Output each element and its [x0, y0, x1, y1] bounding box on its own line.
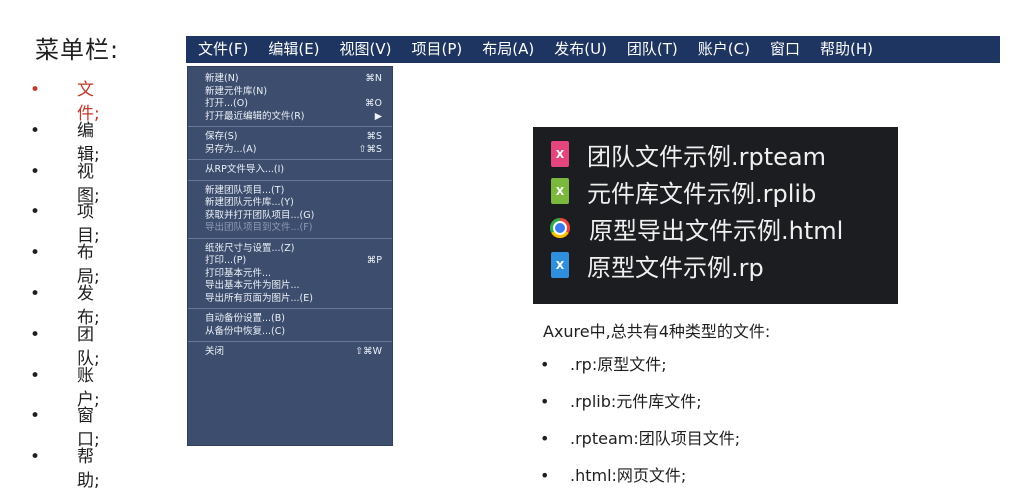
- bullet: •: [30, 202, 41, 223]
- menu-item-label: 新建元件库(N): [205, 85, 268, 97]
- bullet: •: [540, 466, 550, 485]
- menu-item-label: 关闭: [205, 346, 225, 357]
- bullet: •: [30, 161, 41, 182]
- menu-item-label: 新建(N): [205, 73, 239, 84]
- bullet: •: [30, 243, 41, 264]
- menu-bar: 文件(F) 编辑(E) 视图(V) 项目(P) 布局(A) 发布(U) 团队(T…: [186, 36, 1000, 63]
- menu-item-print-widgets[interactable]: 打印基本元件...: [188, 268, 392, 281]
- menu-account[interactable]: 账户(C): [688, 36, 760, 63]
- menu-file[interactable]: 文件(F): [186, 36, 258, 63]
- menu-item-open-recent[interactable]: 打开最近编辑的文件(R) ▶: [188, 111, 392, 124]
- menu-item-import-rp[interactable]: 从RP文件导入...(I): [188, 164, 392, 177]
- menu-item-label: 纸张尺寸与设置...(Z): [205, 242, 295, 254]
- menu-item-label: 从RP文件导入...(I): [205, 164, 285, 175]
- menu-item-page-setup[interactable]: 纸张尺寸与设置...(Z): [188, 243, 392, 256]
- menu-group: 关闭 ⇧⌘W: [188, 346, 392, 362]
- menu-item-shortcut: ⌘O: [365, 98, 382, 109]
- menu-group: 自动备份设置...(B) 从备份中恢复...(C): [188, 313, 392, 342]
- menu-item-label: 打印...(P): [205, 255, 247, 266]
- file-row[interactable]: 原型导出文件示例.html: [550, 211, 844, 245]
- bullet: •: [30, 80, 41, 100]
- menu-arrange[interactable]: 布局(A): [472, 36, 544, 63]
- bullet: •: [30, 324, 41, 345]
- menu-group: 新建团队项目...(T) 新建团队元件库...(Y) 获取并打开团队项目...(…: [188, 185, 392, 239]
- bullet: •: [540, 429, 550, 448]
- bullet: •: [30, 447, 41, 468]
- menu-item-save[interactable]: 保存(S) ⌘S: [188, 131, 392, 144]
- menu-item-restore-backup[interactable]: 从备份中恢复...(C): [188, 326, 392, 339]
- menu-group: 保存(S) ⌘S 另存为...(A) ⇧⌘S: [188, 131, 392, 160]
- list-item-label: 帮助;: [77, 447, 100, 492]
- menu-item-label: 导出所有页面为图片...(E): [205, 292, 313, 304]
- menu-item-shortcut: ⌘P: [366, 255, 382, 266]
- menu-team[interactable]: 团队(T): [617, 36, 688, 63]
- menu-item-new[interactable]: 新建(N) ⌘N: [188, 73, 392, 86]
- blue-x-file-icon: X: [551, 252, 569, 278]
- bullet: •: [30, 283, 41, 304]
- slide-title: 菜单栏:: [35, 36, 120, 64]
- menu-item-export-team-project: 导出团队项目到文件...(F): [188, 222, 392, 235]
- menu-view[interactable]: 视图(V): [330, 36, 402, 63]
- menu-item-label: 另存为...(A): [205, 143, 257, 155]
- menu-item-open[interactable]: 打开...(O) ⌘O: [188, 98, 392, 111]
- submenu-arrow-icon: ▶: [374, 110, 382, 122]
- menu-item-label: 打开最近编辑的文件(R): [205, 110, 305, 122]
- menu-item-label: 新建团队项目...(T): [205, 184, 285, 196]
- menu-group: 从RP文件导入...(I): [188, 164, 392, 181]
- green-x-file-icon: X: [551, 178, 569, 204]
- menu-item-label: 自动备份设置...(B): [205, 313, 285, 324]
- menu-item-shortcut: ⌘S: [366, 131, 382, 142]
- menu-item-new-team-library[interactable]: 新建团队元件库...(Y): [188, 197, 392, 210]
- menu-group: 新建(N) ⌘N 新建元件库(N) 打开...(O) ⌘O 打开最近编辑的文件(R)…: [188, 73, 392, 127]
- menu-item-backup-settings[interactable]: 自动备份设置...(B): [188, 313, 392, 326]
- chrome-icon: [550, 218, 570, 238]
- menu-item-close[interactable]: 关闭 ⇧⌘W: [188, 346, 392, 359]
- bullet: •: [30, 120, 41, 141]
- menu-item-label: 从备份中恢复...(C): [205, 325, 286, 337]
- menu-item-new-library[interactable]: 新建元件库(N): [188, 86, 392, 99]
- menu-item-label: 保存(S): [205, 131, 238, 142]
- file-name: 团队文件示例.rpteam: [587, 142, 826, 171]
- bullet: •: [30, 365, 41, 386]
- menu-item-shortcut: ⇧⌘S: [358, 143, 383, 155]
- bullet: •: [540, 355, 550, 374]
- menu-item-label: 导出基本元件为图片...: [205, 280, 300, 291]
- menu-window[interactable]: 窗口: [760, 36, 810, 63]
- menu-item-print[interactable]: 打印...(P) ⌘P: [188, 255, 392, 268]
- menu-item-shortcut: ⇧⌘W: [355, 346, 382, 357]
- file-row[interactable]: X 元件库文件示例.rplib: [551, 174, 816, 208]
- menu-item-label: 新建团队元件库...(Y): [205, 197, 294, 208]
- menu-item-shortcut: ⌘N: [365, 73, 382, 84]
- list-item-label: .rplib:元件库文件;: [570, 392, 702, 411]
- menu-item-label: 打印基本元件...: [205, 267, 272, 279]
- menu-item-label: 获取并打开团队项目...(G): [205, 209, 315, 221]
- file-name: 原型文件示例.rp: [587, 253, 764, 282]
- menu-help[interactable]: 帮助(H): [810, 36, 883, 63]
- file-row[interactable]: X 团队文件示例.rpteam: [551, 137, 826, 171]
- list-item-label: .html:网页文件;: [570, 466, 687, 485]
- list-item-label: .rpteam:团队项目文件;: [570, 429, 741, 448]
- menu-item-get-team-project[interactable]: 获取并打开团队项目...(G): [188, 210, 392, 223]
- file-row[interactable]: X 原型文件示例.rp: [551, 248, 764, 282]
- file-name: 元件库文件示例.rplib: [587, 179, 817, 208]
- menu-edit[interactable]: 编辑(E): [258, 36, 329, 63]
- menu-item-new-team-project[interactable]: 新建团队项目...(T): [188, 185, 392, 198]
- menu-group: 纸张尺寸与设置...(Z) 打印...(P) ⌘P 打印基本元件... 导出基本元…: [188, 243, 392, 309]
- menu-project[interactable]: 项目(P): [402, 36, 473, 63]
- menu-item-export-pages-images[interactable]: 导出所有页面为图片...(E): [188, 293, 392, 306]
- file-name: 原型导出文件示例.html: [589, 216, 844, 245]
- pink-x-file-icon: X: [551, 141, 569, 167]
- bullet: •: [30, 406, 41, 427]
- menu-item-label: 打开...(O): [205, 98, 248, 109]
- menu-publish[interactable]: 发布(U): [544, 36, 617, 63]
- file-list-panel: X 团队文件示例.rpteam X 元件库文件示例.rplib 原型导出文件示例…: [533, 127, 898, 304]
- file-types-description: Axure中,总共有4种类型的文件:: [543, 322, 771, 341]
- menu-item-label: 导出团队项目到文件...(F): [205, 222, 313, 233]
- bullet: •: [540, 392, 550, 411]
- file-menu-dropdown: 新建(N) ⌘N 新建元件库(N) 打开...(O) ⌘O 打开最近编辑的文件(R)…: [187, 66, 393, 446]
- list-item-label: .rp:原型文件;: [570, 355, 667, 374]
- menu-item-export-widgets-images[interactable]: 导出基本元件为图片...: [188, 280, 392, 293]
- menu-item-save-as[interactable]: 另存为...(A) ⇧⌘S: [188, 144, 392, 157]
